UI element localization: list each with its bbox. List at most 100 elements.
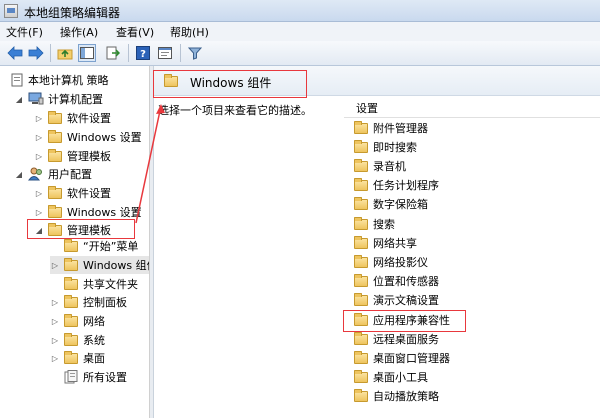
show-tree-icon[interactable] — [78, 44, 96, 62]
collapsed-icon[interactable]: ▷ — [50, 336, 60, 345]
folder-icon — [354, 369, 368, 383]
folder-icon — [64, 313, 78, 327]
tree-computer-software-settings[interactable]: ▷ 软件设置 — [34, 109, 111, 127]
list-item[interactable]: 自动播放策略 — [354, 387, 439, 405]
tree-start-menu[interactable]: “开始”菜单 — [50, 237, 138, 255]
folder-icon — [354, 331, 368, 345]
collapsed-icon[interactable]: ▷ — [50, 354, 60, 363]
folder-icon — [64, 238, 78, 252]
tree-root[interactable]: 本地计算机 策略 — [10, 71, 109, 89]
help-icon[interactable]: ? — [134, 44, 152, 62]
folder-icon — [48, 148, 62, 162]
tree-user-windows-settings[interactable]: ▷ Windows 设置 — [34, 203, 142, 221]
expanded-icon[interactable]: ◢ — [14, 170, 24, 179]
folder-icon — [354, 139, 368, 153]
column-header-settings[interactable]: 设置 — [344, 96, 600, 118]
tree-computer-windows-settings[interactable]: ▷ Windows 设置 — [34, 128, 142, 146]
expanded-icon[interactable]: ◢ — [34, 226, 44, 235]
list-item[interactable]: 附件管理器 — [354, 119, 428, 137]
tree-computer-config[interactable]: ◢ 计算机配置 — [14, 90, 103, 108]
tree-system[interactable]: ▷ 系统 — [50, 331, 105, 349]
forward-icon[interactable] — [27, 44, 45, 62]
folder-icon — [64, 350, 78, 364]
list-item[interactable]: 位置和传感器 — [354, 272, 439, 290]
up-folder-icon[interactable] — [56, 44, 74, 62]
list-item[interactable]: 桌面小工具 — [354, 368, 428, 386]
tree-windows-components[interactable]: ▷ Windows 组件 — [50, 256, 149, 274]
navigation-tree[interactable]: 本地计算机 策略 ◢ 计算机配置 ▷ 软件设置 ▷ Windows 设置 ▷ 管… — [0, 66, 150, 418]
expanded-icon[interactable]: ◢ — [14, 95, 24, 104]
list-item[interactable]: 网络共享 — [354, 234, 417, 252]
collapsed-icon[interactable]: ▷ — [34, 208, 44, 217]
properties-icon[interactable] — [156, 44, 174, 62]
all-settings-icon — [64, 370, 78, 384]
list-item[interactable]: 搜索 — [354, 215, 395, 233]
menu-help[interactable]: 帮助(H) — [170, 24, 209, 40]
folder-icon — [354, 235, 368, 249]
folder-icon — [64, 276, 78, 290]
content-header-title: Windows 组件 — [190, 76, 272, 90]
list-item[interactable]: 数字保险箱 — [354, 195, 428, 213]
content-header: Windows 组件 — [154, 66, 600, 96]
filter-icon[interactable] — [186, 44, 204, 62]
svg-text:?: ? — [140, 49, 146, 60]
tree-computer-admin-templates[interactable]: ▷ 管理模板 — [34, 147, 111, 165]
folder-icon — [164, 74, 178, 87]
folder-icon — [354, 196, 368, 210]
folder-icon — [354, 388, 368, 402]
tree-desktop[interactable]: ▷ 桌面 — [50, 349, 105, 367]
tree-control-panel[interactable]: ▷ 控制面板 — [50, 293, 127, 311]
folder-icon — [354, 254, 368, 268]
collapsed-icon[interactable]: ▷ — [34, 114, 44, 123]
collapsed-icon[interactable]: ▷ — [50, 317, 60, 326]
menu-bar: 文件(F) 操作(A) 查看(V) 帮助(H) — [0, 22, 600, 41]
folder-icon — [48, 129, 62, 143]
list-item[interactable]: 录音机 — [354, 157, 406, 175]
folder-icon — [354, 350, 368, 364]
policy-document-icon — [11, 73, 23, 87]
folder-icon — [354, 216, 368, 230]
folder-icon — [64, 257, 78, 271]
folder-icon — [64, 294, 78, 308]
computer-icon — [28, 92, 44, 105]
folder-icon — [354, 158, 368, 172]
list-item[interactable]: 桌面窗口管理器 — [354, 349, 450, 367]
collapsed-icon[interactable]: ▷ — [50, 261, 60, 270]
window-title: 本地组策略编辑器 — [24, 6, 121, 20]
tree-network[interactable]: ▷ 网络 — [50, 312, 105, 330]
menu-action[interactable]: 操作(A) — [60, 24, 98, 40]
menu-file[interactable]: 文件(F) — [6, 24, 43, 40]
folder-icon — [48, 204, 62, 218]
menu-view[interactable]: 查看(V) — [116, 24, 154, 40]
collapsed-icon[interactable]: ▷ — [34, 189, 44, 198]
folder-icon — [354, 312, 368, 326]
folder-icon — [64, 332, 78, 346]
folder-icon — [48, 185, 62, 199]
list-item[interactable]: 远程桌面服务 — [354, 330, 439, 348]
content-pane: Windows 组件 选择一个项目来查看它的描述。 设置 附件管理器 即时搜索 … — [154, 66, 600, 418]
title-bar: 本地组策略编辑器 — [0, 0, 600, 22]
collapsed-icon[interactable]: ▷ — [50, 298, 60, 307]
collapsed-icon[interactable]: ▷ — [34, 133, 44, 142]
app-icon — [4, 4, 18, 18]
list-item[interactable]: 演示文稿设置 — [354, 291, 439, 309]
back-icon[interactable] — [6, 44, 24, 62]
toolbar: ? — [0, 41, 600, 66]
list-item[interactable]: 网络投影仪 — [354, 253, 428, 271]
tree-user-config[interactable]: ◢ 用户配置 — [14, 165, 92, 183]
tree-shared-folders[interactable]: 共享文件夹 — [50, 275, 138, 293]
description-text: 选择一个项目来查看它的描述。 — [158, 104, 312, 117]
tree-user-software-settings[interactable]: ▷ 软件设置 — [34, 184, 111, 202]
folder-icon — [354, 120, 368, 134]
export-list-icon[interactable] — [104, 44, 122, 62]
folder-icon — [354, 292, 368, 306]
list-item[interactable]: 任务计划程序 — [354, 176, 439, 194]
list-item[interactable]: 即时搜索 — [354, 138, 417, 156]
list-item-app-compatibility[interactable]: 应用程序兼容性 — [354, 311, 450, 329]
users-icon — [28, 167, 42, 181]
tree-all-settings[interactable]: 所有设置 — [50, 368, 127, 386]
collapsed-icon[interactable]: ▷ — [34, 152, 44, 161]
folder-icon — [354, 273, 368, 287]
folder-icon — [354, 177, 368, 191]
folder-icon — [48, 110, 62, 124]
